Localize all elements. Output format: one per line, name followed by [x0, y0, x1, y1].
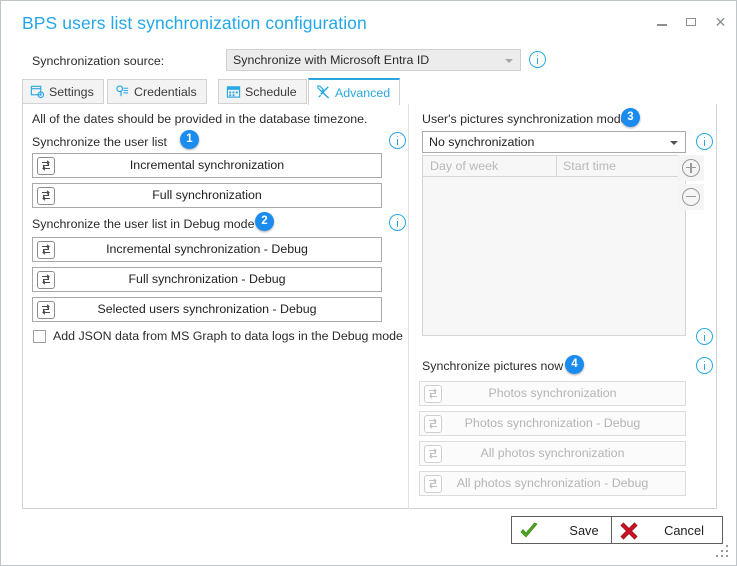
- photos-synchronization-button[interactable]: Photos synchronization: [419, 381, 686, 406]
- cancel-label: Cancel: [664, 523, 704, 538]
- advanced-tab-panel: All of the dates should be provided in t…: [22, 104, 717, 509]
- tab-advanced[interactable]: Advanced: [308, 78, 401, 105]
- schedule-grid[interactable]: Day of week Start time: [422, 155, 686, 336]
- cancel-button[interactable]: Cancel: [611, 516, 723, 544]
- add-json-data-checkbox[interactable]: [33, 329, 46, 343]
- all-photos-synchronization-debug-label: All photos synchronization - Debug: [456, 476, 649, 490]
- dialog-window: BPS users list synchronization configura…: [0, 0, 737, 566]
- add-row-button[interactable]: [678, 155, 704, 181]
- calendar-icon: [226, 84, 241, 99]
- all-photos-synchronization-button[interactable]: All photos synchronization: [419, 441, 686, 466]
- synchronize-user-list-debug-info-icon[interactable]: [389, 214, 406, 236]
- window-controls: ✕: [655, 15, 728, 30]
- step-badge-3: 3: [621, 108, 640, 127]
- photos-synchronization-debug-button[interactable]: Photos synchronization - Debug: [419, 411, 686, 436]
- schedule-grid-header: Day of week Start time: [423, 156, 685, 177]
- tab-schedule[interactable]: Schedule: [218, 79, 307, 104]
- tools-icon: [316, 85, 331, 100]
- pictures-sync-mode-info-icon[interactable]: [696, 133, 713, 155]
- key-icon: [115, 84, 130, 99]
- synchronization-source-select[interactable]: Synchronize with Microsoft Entra ID: [226, 49, 521, 71]
- incremental-synchronization-button[interactable]: Incremental synchronization: [32, 153, 382, 178]
- pictures-sync-mode-select[interactable]: No synchronization: [422, 131, 686, 153]
- selected-users-synchronization-debug-label: Selected users synchronization - Debug: [97, 302, 317, 316]
- column-header-start-time: Start time: [563, 159, 617, 173]
- incremental-synchronization-label: Incremental synchronization: [129, 158, 285, 172]
- close-icon[interactable]: ✕: [713, 15, 728, 30]
- remove-row-button[interactable]: [678, 184, 704, 210]
- step-badge-1: 1: [180, 130, 199, 149]
- all-photos-synchronization-label: All photos synchronization: [480, 446, 625, 460]
- check-icon: [519, 521, 539, 541]
- tab-credentials-label: Credentials: [134, 84, 197, 99]
- step-badge-4: 4: [565, 355, 584, 374]
- selected-users-synchronization-debug-button[interactable]: Selected users synchronization - Debug: [32, 297, 382, 322]
- column-separator: [556, 156, 557, 177]
- synchronize-pictures-now-label: Synchronize pictures now: [422, 359, 564, 373]
- synchronization-source-info-icon[interactable]: [529, 51, 546, 73]
- photos-synchronization-label: Photos synchronization: [488, 386, 617, 400]
- tab-bar: Settings Credentials Schedule Advanced: [22, 78, 717, 105]
- panel-divider: [408, 104, 409, 509]
- tab-schedule-label: Schedule: [245, 84, 297, 99]
- add-json-data-label: Add JSON data from MS Graph to data logs…: [53, 329, 403, 343]
- incremental-synchronization-debug-button[interactable]: Incremental synchronization - Debug: [32, 237, 382, 262]
- pictures-sync-mode-value: No synchronization: [429, 135, 535, 149]
- photos-synchronization-debug-label: Photos synchronization - Debug: [464, 416, 641, 430]
- tab-credentials[interactable]: Credentials: [107, 79, 207, 104]
- synchronization-source-label: Synchronization source:: [32, 54, 165, 68]
- full-synchronization-label: Full synchronization: [152, 188, 262, 202]
- tab-settings[interactable]: Settings: [22, 79, 104, 104]
- synchronize-pictures-now-info-icon[interactable]: [696, 357, 713, 379]
- full-synchronization-debug-button[interactable]: Full synchronization - Debug: [32, 267, 382, 292]
- synchronize-user-list-debug-label: Synchronize the user list in Debug mode: [32, 217, 255, 231]
- resize-grip[interactable]: [716, 545, 729, 558]
- column-header-day-of-week: Day of week: [430, 159, 499, 173]
- step-badge-2: 2: [255, 212, 274, 231]
- schedule-grid-info-icon[interactable]: [696, 328, 713, 350]
- pictures-sync-mode-label: User's pictures synchronization mode:: [422, 112, 631, 126]
- save-button[interactable]: Save: [511, 516, 623, 544]
- settings-window-icon: [30, 84, 45, 99]
- synchronize-user-list-label: Synchronize the user list: [32, 135, 167, 149]
- minimize-icon[interactable]: [655, 15, 670, 30]
- timezone-note: All of the dates should be provided in t…: [32, 112, 368, 126]
- add-json-data-checkbox-row[interactable]: Add JSON data from MS Graph to data logs…: [33, 329, 403, 343]
- full-synchronization-debug-label: Full synchronization - Debug: [128, 272, 286, 286]
- tab-settings-label: Settings: [49, 84, 94, 99]
- incremental-synchronization-debug-label: Incremental synchronization - Debug: [106, 242, 308, 256]
- synchronization-source-value: Synchronize with Microsoft Entra ID: [233, 53, 430, 67]
- all-photos-synchronization-debug-button[interactable]: All photos synchronization - Debug: [419, 471, 686, 496]
- tab-advanced-label: Advanced: [335, 85, 391, 100]
- maximize-icon[interactable]: [684, 15, 699, 30]
- full-synchronization-button[interactable]: Full synchronization: [32, 183, 382, 208]
- chevron-down-icon: [670, 141, 678, 145]
- synchronization-source-row: Synchronization source: Synchronize with…: [1, 49, 736, 77]
- title-bar: BPS users list synchronization configura…: [1, 1, 736, 45]
- cancel-x-icon: [619, 521, 639, 541]
- page-title: BPS users list synchronization configura…: [22, 13, 367, 33]
- chevron-down-icon: [505, 59, 513, 63]
- synchronize-user-list-info-icon[interactable]: [389, 132, 406, 154]
